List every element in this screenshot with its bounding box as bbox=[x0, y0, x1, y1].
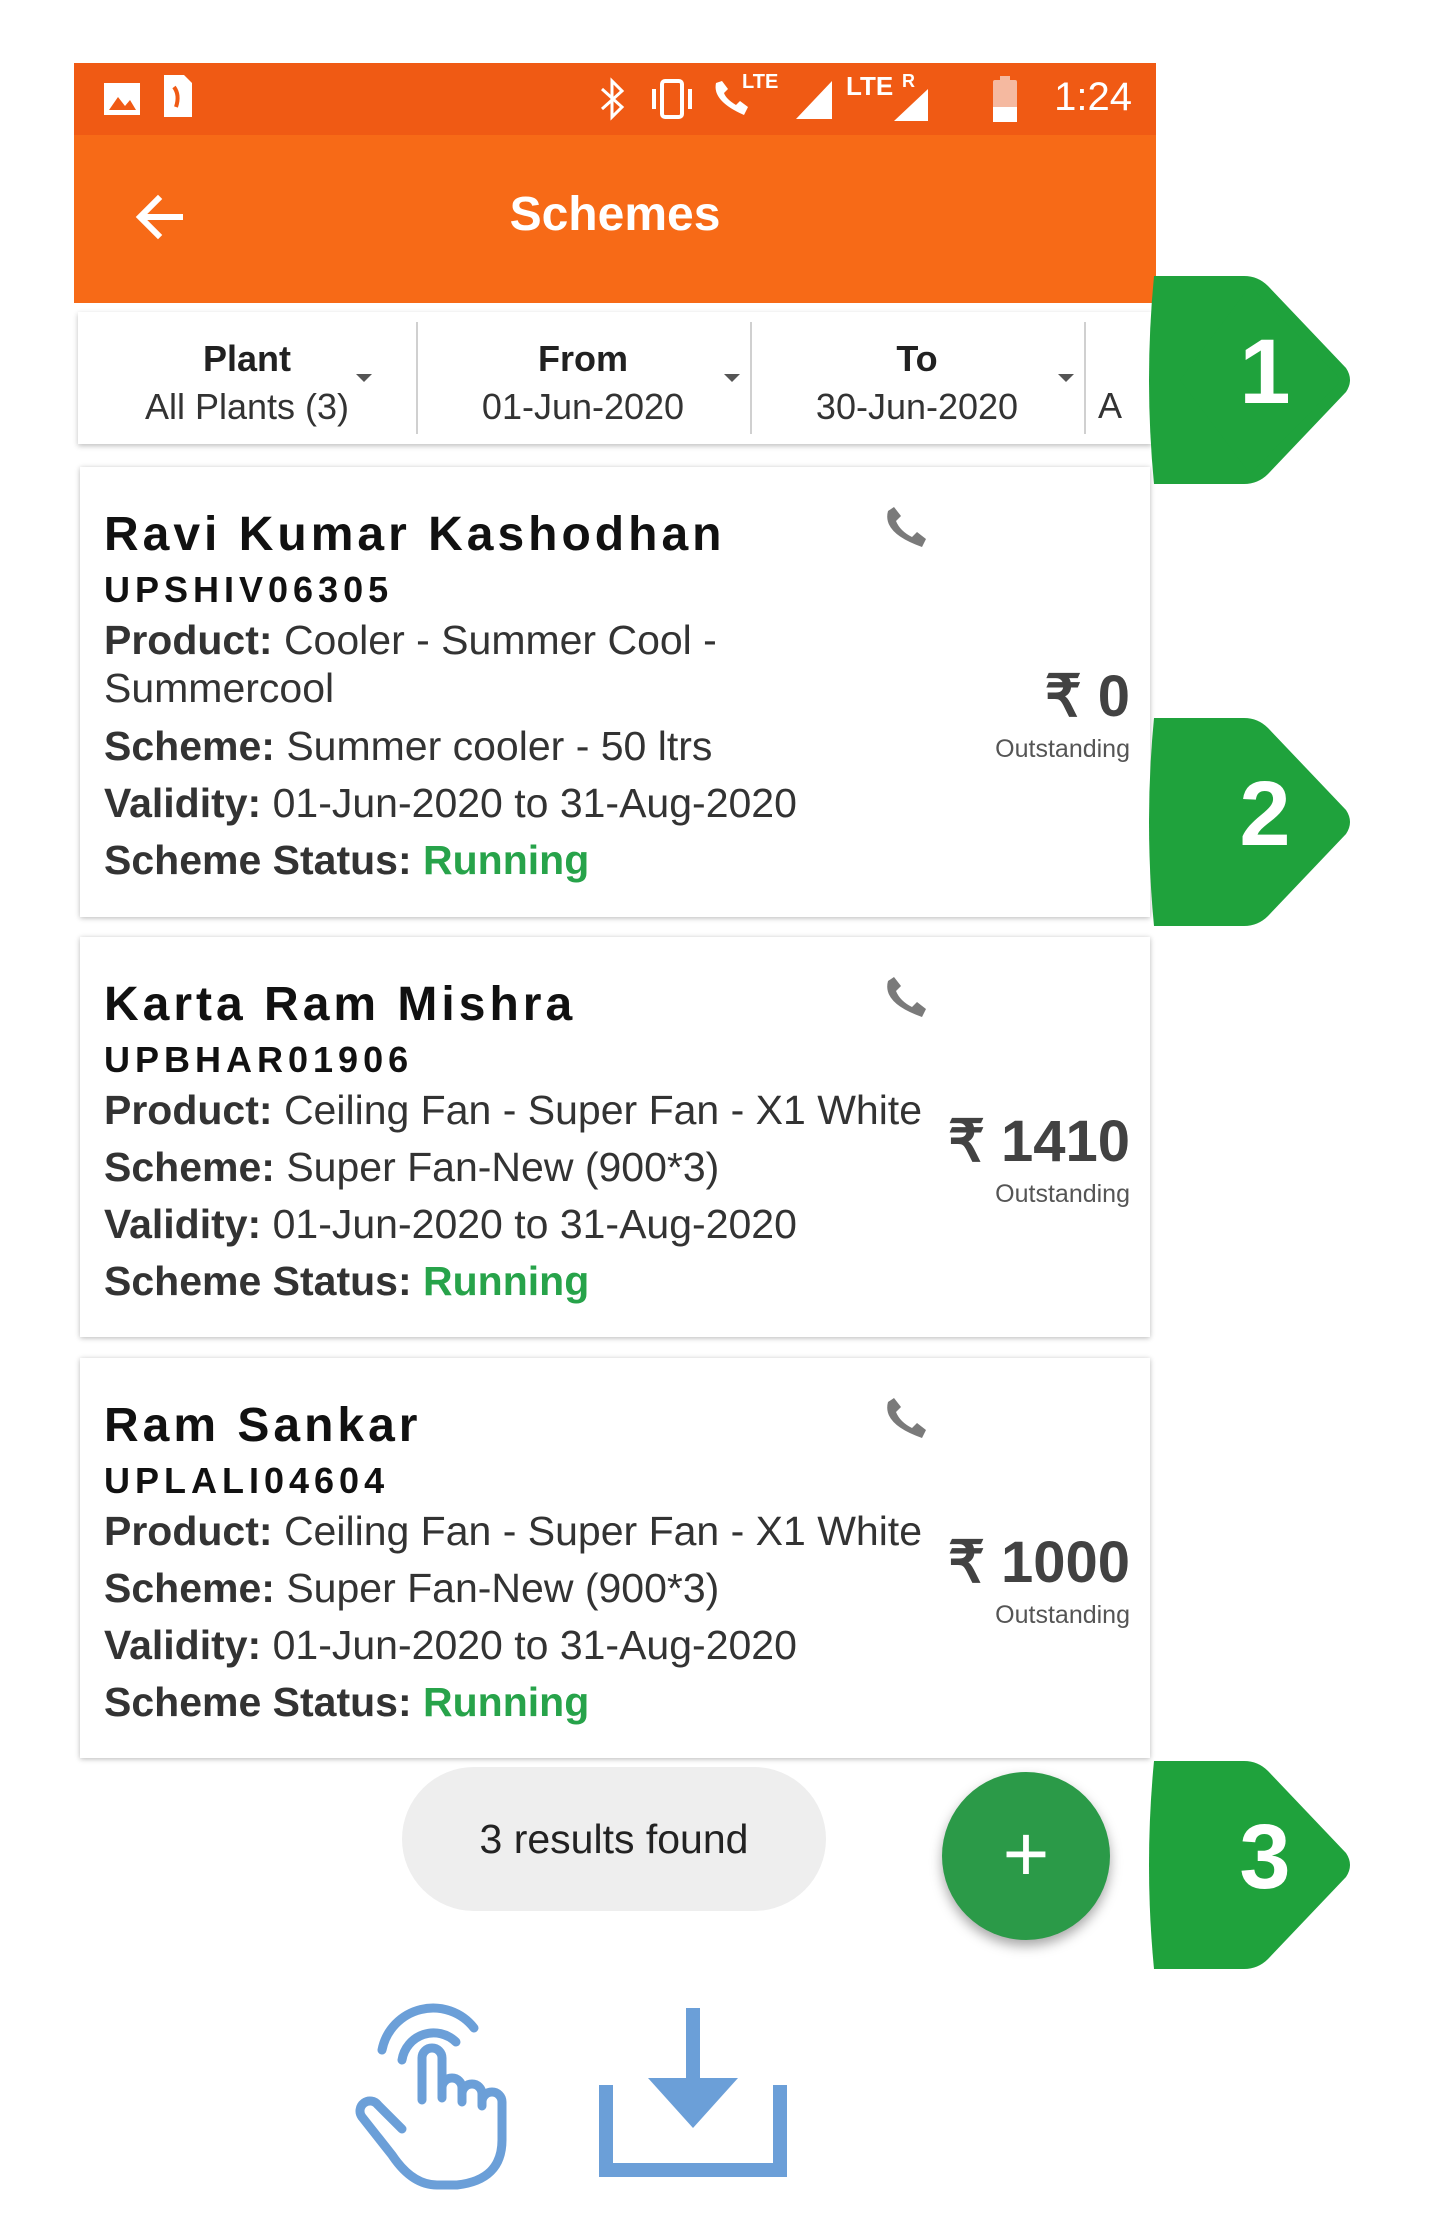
filter-label: From bbox=[538, 338, 628, 379]
filter-from-date[interactable]: From 01-Jun-2020 bbox=[418, 312, 748, 444]
customer-code: UPSHIV06305 bbox=[104, 569, 394, 610]
scheme-line: Scheme: Summer cooler - 50 ltrs bbox=[104, 723, 712, 770]
clock: 1:24 bbox=[1054, 75, 1132, 119]
product-line-continued: Summercool bbox=[104, 665, 335, 711]
product-line: Product: Ceiling Fan - Super Fan - X1 Wh… bbox=[104, 1087, 922, 1134]
validity-label: Validity: bbox=[104, 1622, 262, 1668]
product-line: Product: Cooler - Summer Cool - bbox=[104, 617, 717, 664]
callout-number: 1 bbox=[1239, 321, 1291, 423]
filter-value: 01-Jun-2020 bbox=[481, 386, 685, 427]
product-value: Ceiling Fan - Super Fan - X1 White bbox=[283, 1087, 922, 1133]
validity-value: 01-Jun-2020 to 31-Aug-2020 bbox=[272, 1622, 797, 1668]
volte-call-icon: LTE bbox=[710, 71, 780, 121]
lte-label: LTE bbox=[846, 71, 894, 101]
divider bbox=[1084, 322, 1086, 434]
scheme-label: Scheme: bbox=[104, 1565, 275, 1611]
filter-label: To bbox=[896, 338, 938, 379]
filter-plant[interactable]: Plant All Plants (3) bbox=[78, 312, 416, 444]
scheme-value: Super Fan-New (900*3) bbox=[286, 1144, 720, 1190]
status-badge: Running bbox=[423, 837, 590, 883]
product-value: Cooler - Summer Cool - bbox=[283, 617, 717, 663]
validity-line: Validity: 01-Jun-2020 to 31-Aug-2020 bbox=[104, 1622, 797, 1669]
chevron-down-icon bbox=[356, 374, 372, 382]
phone-icon[interactable] bbox=[878, 975, 928, 1025]
product-line: Product: Ceiling Fan - Super Fan - X1 Wh… bbox=[104, 1508, 922, 1555]
scheme-card[interactable]: Ram Sankar UPLALI04604 Product: Ceiling … bbox=[80, 1358, 1150, 1758]
status-badge: Running bbox=[423, 1258, 590, 1304]
add-scheme-button[interactable]: + bbox=[942, 1772, 1110, 1940]
status-line: Scheme Status: Running bbox=[104, 1258, 589, 1305]
status-bar: LTE LTE R 1:24 bbox=[74, 63, 1156, 135]
sim-icon bbox=[164, 75, 192, 117]
volte-label: LTE bbox=[742, 71, 779, 93]
scheme-value: Super Fan-New (900*3) bbox=[286, 1565, 720, 1611]
product-label: Product: bbox=[104, 1508, 273, 1554]
callout-marker-3: 3 bbox=[1140, 1755, 1360, 1975]
status-label: Scheme Status: bbox=[104, 1679, 412, 1725]
app-bar: Schemes bbox=[74, 135, 1156, 303]
signal-icon bbox=[796, 81, 832, 119]
product-value: Ceiling Fan - Super Fan - X1 White bbox=[283, 1508, 922, 1554]
bluetooth-icon bbox=[600, 77, 625, 121]
tap-hand-icon bbox=[355, 2003, 507, 2190]
status-badge: Running bbox=[423, 1679, 590, 1725]
vibrate-icon bbox=[652, 79, 692, 119]
callout-number: 2 bbox=[1239, 763, 1291, 865]
product-label: Product: bbox=[104, 1087, 273, 1133]
filter-value: All Plants (3) bbox=[144, 386, 350, 427]
scheme-value: Summer cooler - 50 ltrs bbox=[286, 723, 713, 769]
customer-name: Karta Ram Mishra bbox=[104, 978, 577, 1031]
callout-number: 3 bbox=[1239, 1806, 1291, 1908]
phone-icon[interactable] bbox=[878, 1396, 928, 1446]
status-label: Scheme Status: bbox=[104, 1258, 412, 1304]
results-count-toast: 3 results found bbox=[402, 1767, 826, 1911]
results-count-text: 3 results found bbox=[479, 1816, 749, 1862]
outstanding-caption: Outstanding bbox=[995, 735, 1130, 763]
outstanding-caption: Outstanding bbox=[995, 1601, 1130, 1629]
outstanding-amount: ₹ 1000 bbox=[947, 1530, 1130, 1595]
scheme-card[interactable]: Ravi Kumar Kashodhan UPSHIV06305 Product… bbox=[80, 467, 1150, 917]
validity-value: 01-Jun-2020 to 31-Aug-2020 bbox=[272, 1201, 797, 1247]
scheme-card[interactable]: Karta Ram Mishra UPBHAR01906 Product: Ce… bbox=[80, 937, 1150, 1337]
scheme-line: Scheme: Super Fan-New (900*3) bbox=[104, 1144, 719, 1191]
validity-line: Validity: 01-Jun-2020 to 31-Aug-2020 bbox=[104, 780, 797, 827]
image-icon bbox=[104, 83, 140, 115]
validity-label: Validity: bbox=[104, 1201, 262, 1247]
filter-value: 30-Jun-2020 bbox=[815, 386, 1019, 427]
scheme-label: Scheme: bbox=[104, 1144, 275, 1190]
product-label: Product: bbox=[104, 617, 273, 663]
validity-line: Validity: 01-Jun-2020 to 31-Aug-2020 bbox=[104, 1201, 797, 1248]
download-icon bbox=[599, 2008, 787, 2177]
validity-label: Validity: bbox=[104, 780, 262, 826]
status-line: Scheme Status: Running bbox=[104, 1679, 589, 1726]
outstanding-amount: ₹ 1410 bbox=[947, 1109, 1130, 1174]
phone-icon[interactable] bbox=[878, 505, 928, 555]
status-label: Scheme Status: bbox=[104, 837, 412, 883]
status-line: Scheme Status: Running bbox=[104, 837, 589, 884]
page-title: Schemes bbox=[509, 188, 721, 241]
plus-icon: + bbox=[1002, 1809, 1050, 1898]
signal-icon-lte: LTE R bbox=[844, 69, 928, 125]
scheme-line: Scheme: Super Fan-New (900*3) bbox=[104, 1565, 719, 1612]
filter-bar: Plant All Plants (3) From 01-Jun-2020 To… bbox=[78, 312, 1152, 444]
customer-name: Ram Sankar bbox=[104, 1399, 422, 1452]
callout-marker-1: 1 bbox=[1140, 270, 1360, 490]
battery-icon bbox=[993, 76, 1017, 122]
outstanding-caption: Outstanding bbox=[995, 1180, 1130, 1208]
customer-code: UPLALI04604 bbox=[104, 1460, 390, 1501]
callout-marker-2: 2 bbox=[1140, 712, 1360, 932]
customer-name: Ravi Kumar Kashodhan bbox=[104, 508, 726, 561]
scheme-label: Scheme: bbox=[104, 723, 275, 769]
chevron-down-icon bbox=[1058, 374, 1074, 382]
validity-value: 01-Jun-2020 to 31-Aug-2020 bbox=[272, 780, 797, 826]
outstanding-amount: ₹ 0 bbox=[1044, 664, 1130, 729]
filter-to-date[interactable]: To 30-Jun-2020 bbox=[752, 312, 1082, 444]
customer-code: UPBHAR01906 bbox=[104, 1039, 414, 1080]
chevron-down-icon bbox=[724, 374, 740, 382]
